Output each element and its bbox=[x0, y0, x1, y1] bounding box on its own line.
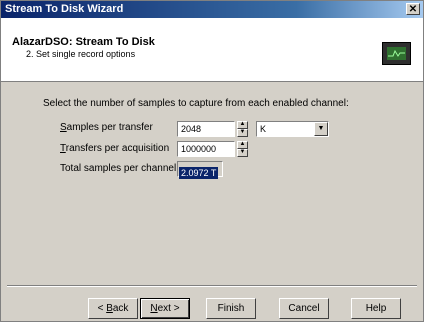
spin-up-icon: ▲ bbox=[237, 141, 248, 149]
transfers-per-acquisition-input[interactable]: 1000000 bbox=[177, 141, 235, 157]
oscilloscope-icon bbox=[382, 42, 411, 65]
back-button[interactable]: < Back bbox=[88, 298, 138, 319]
spin-up-icon: ▲ bbox=[237, 121, 248, 129]
help-button[interactable]: Help bbox=[351, 298, 401, 319]
cancel-button[interactable]: Cancel bbox=[279, 298, 329, 319]
title-bar: Stream To Disk Wizard ✕ bbox=[1, 1, 423, 18]
chevron-down-icon[interactable]: ▼ bbox=[314, 122, 328, 136]
instruction-text: Select the number of samples to capture … bbox=[43, 98, 349, 109]
total-samples-field: 2.0972 T bbox=[177, 161, 223, 179]
wizard-header: AlazarDSO: Stream To Disk 2. Set single … bbox=[1, 18, 423, 82]
total-samples-value: 2.0972 T bbox=[179, 167, 219, 179]
samples-per-transfer-label: Samples per transfer bbox=[60, 122, 153, 133]
header-title: AlazarDSO: Stream To Disk bbox=[12, 36, 155, 48]
spin-down-icon: ▼ bbox=[237, 129, 248, 137]
finish-button[interactable]: Finish bbox=[206, 298, 256, 319]
header-subtitle: 2. Set single record options bbox=[26, 49, 136, 59]
window-title: Stream To Disk Wizard bbox=[5, 3, 124, 15]
samples-per-transfer-input[interactable]: 2048 bbox=[177, 121, 235, 137]
button-separator bbox=[7, 285, 417, 287]
transfers-per-acquisition-spinner[interactable]: ▲ ▼ bbox=[237, 141, 248, 157]
transfers-per-acquisition-label: Transfers per acquisition bbox=[60, 143, 170, 154]
next-button[interactable]: Next > bbox=[140, 298, 190, 319]
unit-select-value: K bbox=[260, 124, 267, 134]
wizard-window: Stream To Disk Wizard ✕ AlazarDSO: Strea… bbox=[0, 0, 424, 322]
samples-per-transfer-spinner[interactable]: ▲ ▼ bbox=[237, 121, 248, 137]
spin-down-icon: ▼ bbox=[237, 149, 248, 157]
unit-select[interactable]: K ▼ bbox=[256, 121, 329, 137]
total-samples-label: Total samples per channel bbox=[60, 163, 177, 174]
close-icon: ✕ bbox=[408, 4, 418, 15]
close-button[interactable]: ✕ bbox=[406, 3, 420, 15]
